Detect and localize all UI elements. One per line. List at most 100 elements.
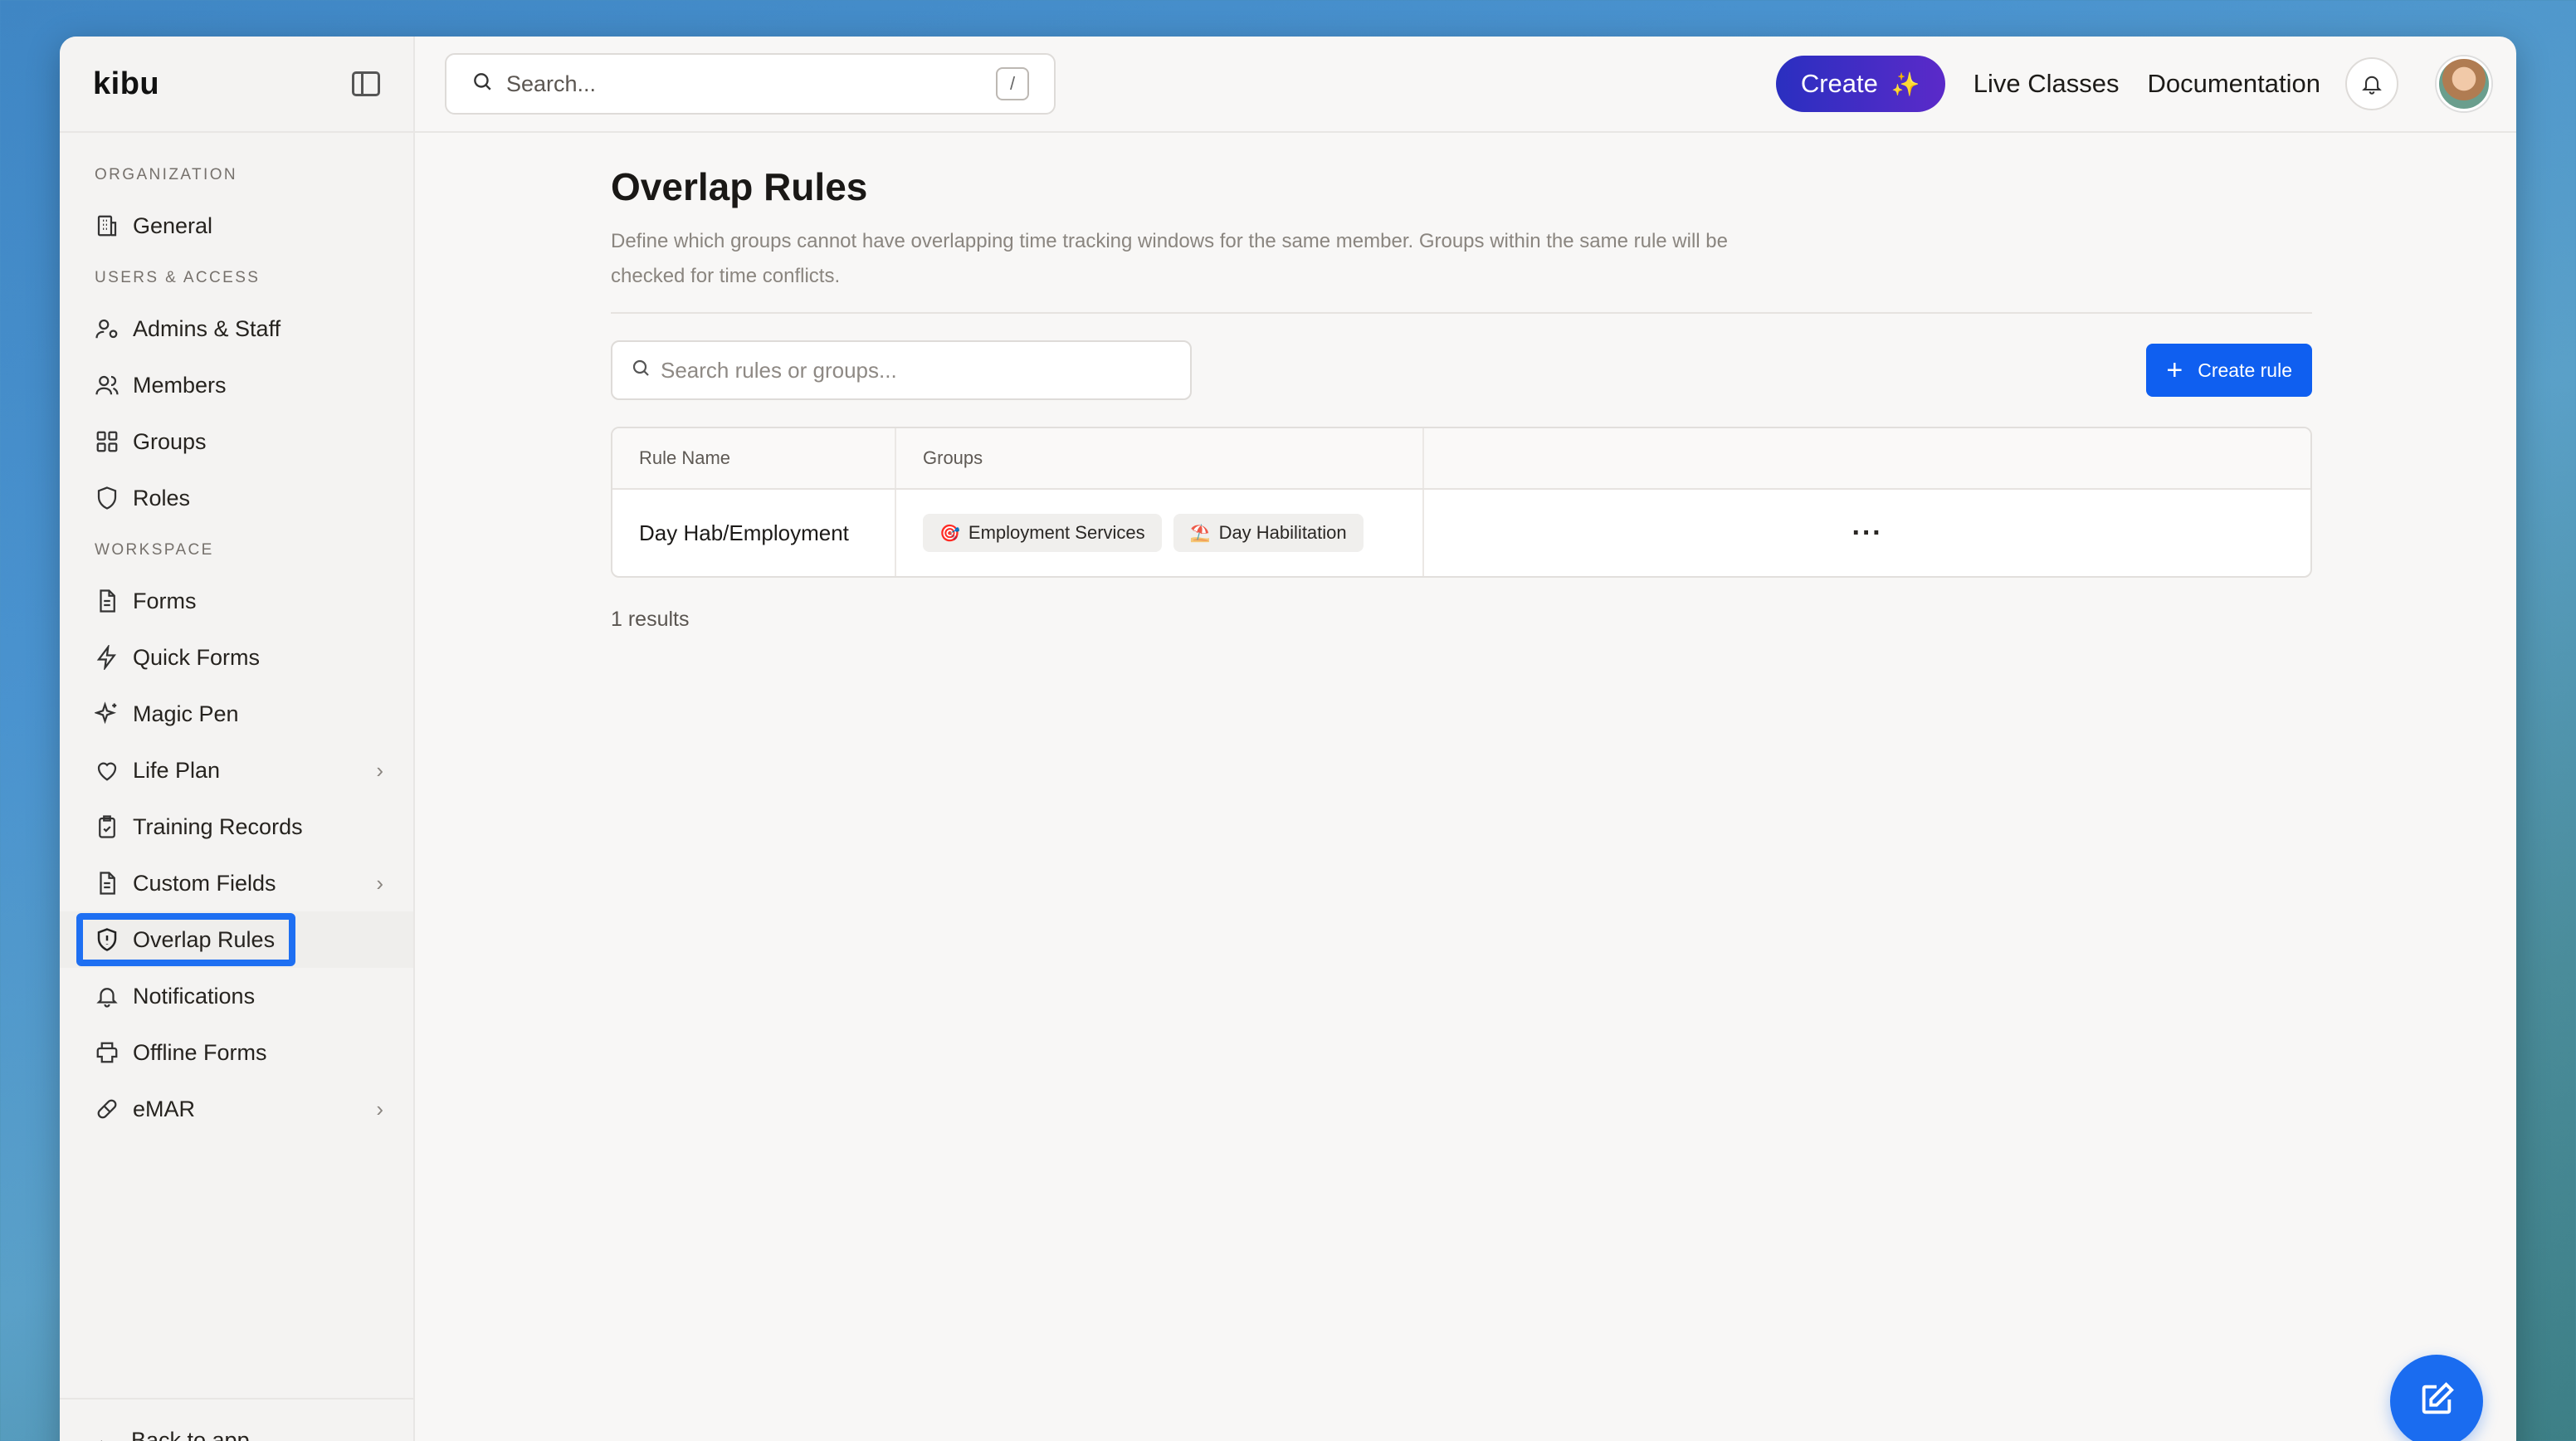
create-rule-button[interactable]: + Create rule (2146, 344, 2312, 397)
notifications-bell-icon[interactable] (2345, 57, 2398, 110)
document-icon (93, 869, 121, 897)
page-description: Define which groups cannot have overlapp… (611, 230, 1728, 287)
sidebar-item-label: Members (133, 372, 227, 398)
search-placeholder: Search... (506, 71, 597, 96)
sidebar-item-label: Admins & Staff (133, 315, 281, 341)
sidebar-item-general[interactable]: General (60, 198, 413, 254)
back-to-app-link[interactable]: ← Back to app (60, 1398, 413, 1441)
top-actions: Create ✨ Live Classes Documentation (1775, 56, 2491, 112)
sidebar-item-label: Custom Fields (133, 870, 276, 896)
sidebar-item-label: General (133, 212, 213, 238)
brand-logo[interactable]: kibu (93, 66, 159, 102)
document-icon (93, 587, 121, 615)
user-avatar[interactable] (2437, 56, 2491, 111)
sidebar-nav: ORGANIZATION General USERS & ACCESS Admi… (60, 133, 413, 1137)
grid-icon (93, 427, 121, 456)
clipboard-check-icon (93, 813, 121, 841)
main-content: Overlap Rules Define which groups cannot… (415, 133, 2516, 1441)
sidebar-item-label: Notifications (133, 983, 256, 1009)
sidebar-item-roles[interactable]: Roles (60, 470, 413, 526)
create-button[interactable]: Create ✨ (1775, 56, 1945, 112)
section-label-users-access: USERS & ACCESS (95, 269, 261, 286)
pill-icon (93, 1095, 121, 1123)
bell-icon (93, 982, 121, 1010)
sidebar-toggle-icon[interactable] (352, 71, 380, 96)
section-label-workspace: WORKSPACE (95, 541, 214, 559)
create-button-label: Create (1800, 69, 1878, 98)
sidebar-item-label: Quick Forms (133, 644, 261, 670)
sidebar-item-admins-staff[interactable]: Admins & Staff (60, 300, 413, 357)
chevron-right-icon: › (376, 757, 383, 783)
sidebar-item-label: eMAR (133, 1096, 196, 1121)
printer-icon (93, 1038, 121, 1067)
brand-row: kibu (60, 37, 413, 133)
rules-search-placeholder: Search rules or groups... (661, 357, 897, 383)
table-header: Rule Name Groups (612, 428, 2310, 490)
group-chip[interactable]: ⛱️ Day Habilitation (1173, 514, 1364, 552)
sidebar-item-members[interactable]: Members (60, 357, 413, 413)
back-to-app-label: Back to app (131, 1427, 250, 1441)
building-icon (93, 212, 121, 240)
shield-icon (93, 484, 121, 512)
user-cog-icon (93, 315, 121, 343)
sidebar-item-label: Life Plan (133, 757, 221, 783)
users-icon (93, 371, 121, 399)
rule-name-cell: Day Hab/Employment (612, 490, 896, 576)
sidebar-item-training-records[interactable]: Training Records (60, 799, 413, 855)
chevron-right-icon: › (376, 870, 383, 896)
sidebar-item-life-plan[interactable]: Life Plan › (60, 742, 413, 799)
sidebar-item-offline-forms[interactable]: Offline Forms (60, 1024, 413, 1081)
sidebar-item-label: Offline Forms (133, 1039, 267, 1065)
chevron-right-icon: › (376, 1096, 383, 1121)
edit-icon (2417, 1380, 2456, 1423)
page-title: Overlap Rules (611, 165, 868, 208)
divider (611, 312, 2312, 314)
sidebar-item-label: Forms (133, 588, 197, 613)
live-classes-link[interactable]: Live Classes (1973, 69, 2120, 99)
documentation-link[interactable]: Documentation (2147, 69, 2320, 99)
heart-icon (93, 756, 121, 784)
rules-search-input[interactable]: Search rules or groups... (611, 340, 1192, 400)
beach-umbrella-icon: ⛱️ (1189, 524, 1211, 543)
plus-icon: + (2166, 354, 2183, 386)
sidebar-item-quick-forms[interactable]: Quick Forms (60, 629, 413, 686)
sidebar-item-label: Training Records (133, 813, 303, 839)
selection-highlight (76, 913, 295, 966)
group-chip-label: Day Habilitation (1218, 522, 1347, 543)
search-icon (471, 71, 493, 98)
search-shortcut-key: / (996, 67, 1029, 100)
rules-toolbar: Search rules or groups... + Create rule (611, 340, 2312, 400)
table-row[interactable]: Day Hab/Employment 🎯 Employment Services… (612, 490, 2310, 576)
column-header-actions (1424, 428, 2310, 488)
sparkles-icon (93, 700, 121, 728)
sidebar: kibu ORGANIZATION General USERS & ACCESS… (60, 37, 415, 1441)
sidebar-item-groups[interactable]: Groups (60, 413, 413, 470)
compose-fab-button[interactable] (2390, 1355, 2483, 1441)
sidebar-item-label: Groups (133, 428, 207, 454)
sidebar-item-emar[interactable]: eMAR › (60, 1081, 413, 1137)
lightning-icon (93, 643, 121, 672)
group-chip[interactable]: 🎯 Employment Services (923, 514, 1162, 552)
top-bar: Search... / Create ✨ Live Classes Docume… (415, 37, 2516, 133)
sidebar-item-magic-pen[interactable]: Magic Pen (60, 686, 413, 742)
search-icon (631, 358, 651, 383)
group-chip-label: Employment Services (968, 522, 1145, 543)
app-window: kibu ORGANIZATION General USERS & ACCESS… (60, 37, 2516, 1441)
groups-cell: 🎯 Employment Services ⛱️ Day Habilitatio… (896, 490, 1424, 576)
sidebar-item-notifications[interactable]: Notifications (60, 968, 413, 1024)
sidebar-item-label: Roles (133, 485, 191, 510)
column-header-groups[interactable]: Groups (896, 428, 1424, 488)
sidebar-item-custom-fields[interactable]: Custom Fields › (60, 855, 413, 911)
sidebar-item-forms[interactable]: Forms (60, 573, 413, 629)
target-icon: 🎯 (939, 524, 960, 543)
column-header-rule-name[interactable]: Rule Name (612, 428, 896, 488)
arrow-left-icon: ← (93, 1426, 118, 1441)
results-count: 1 results (611, 608, 690, 631)
global-search-input[interactable]: Search... / (445, 53, 1056, 115)
rules-table: Rule Name Groups Day Hab/Employment 🎯 Em… (611, 427, 2312, 578)
page-content: Overlap Rules Define which groups cannot… (611, 133, 2312, 632)
section-label-organization: ORGANIZATION (95, 166, 238, 183)
more-actions-icon[interactable]: ··· (1852, 517, 1883, 550)
actions-cell: ··· (1424, 490, 2310, 576)
sidebar-item-overlap-rules[interactable]: Overlap Rules (60, 911, 413, 968)
